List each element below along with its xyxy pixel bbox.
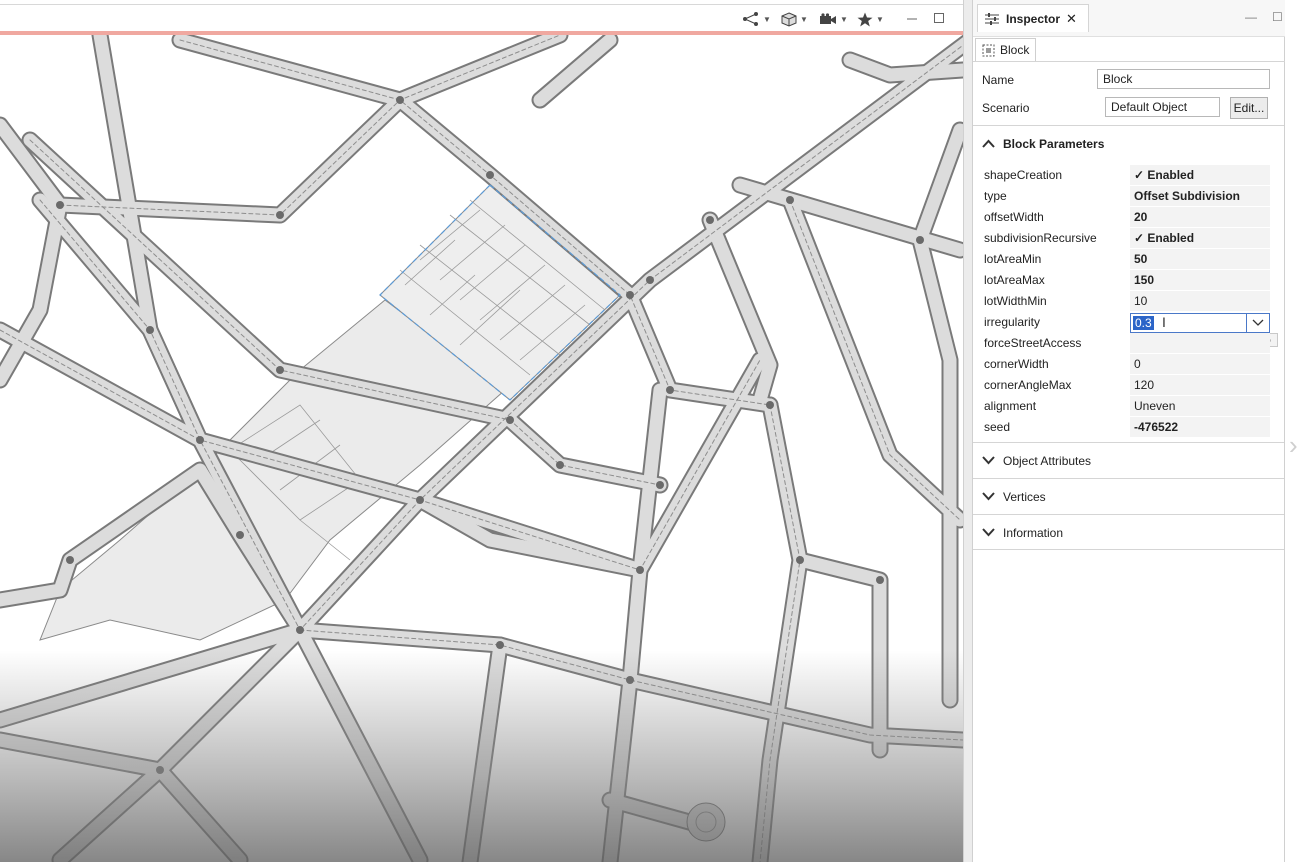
inspector-panel: Inspector ✕ — ☐ Block Name Block Scenari… (973, 0, 1285, 862)
param-label-lotAreaMax: lotAreaMax (984, 273, 1045, 287)
param-value-lotAreaMax[interactable]: 150 (1130, 270, 1270, 290)
maximize-icon[interactable]: ☐ (1272, 10, 1283, 24)
param-value-forceStreetAccess[interactable] (1130, 333, 1270, 353)
object-tab[interactable]: Block (975, 38, 1037, 61)
street-network-map[interactable] (0, 35, 963, 862)
vertices-title: Vertices (1003, 489, 1046, 504)
chevron-up-icon (982, 139, 995, 148)
graph-icon[interactable]: ▼ (742, 11, 771, 27)
object-attributes-header[interactable]: Object Attributes (973, 443, 1284, 478)
param-value-alignment[interactable]: Uneven (1130, 396, 1270, 416)
camera-icon[interactable]: ▼ (819, 11, 848, 27)
3d-viewport[interactable]: ▼ ▼ ▼ ▼ (0, 0, 963, 862)
chevron-down-icon[interactable]: ▼ (876, 15, 884, 24)
star-icon[interactable]: ▼ (857, 11, 884, 27)
param-value-cornerWidth[interactable]: 0 (1130, 354, 1270, 374)
param-label-cornerAngleMax: cornerAngleMax (984, 378, 1072, 392)
edit-button[interactable]: Edit... (1230, 97, 1268, 119)
param-label-lotWidthMin: lotWidthMin (984, 294, 1047, 308)
minimize-icon[interactable] (906, 9, 918, 25)
param-label-seed: seed (984, 420, 1011, 434)
param-label-type: type (984, 189, 1007, 203)
param-value-lotAreaMin[interactable]: 50 (1130, 249, 1270, 269)
param-label-shapeCreation: shapeCreation (984, 168, 1063, 182)
viewport-toolbar: ▼ ▼ ▼ ▼ (0, 0, 963, 35)
toolbar-border (0, 4, 963, 5)
panel-divider[interactable] (963, 0, 973, 862)
minimize-icon[interactable]: — (1245, 10, 1257, 24)
dropdown-button[interactable] (1246, 314, 1269, 332)
block-icon (982, 44, 995, 56)
inspector-title: Inspector (1006, 11, 1061, 26)
maximize-icon[interactable] (933, 9, 945, 25)
cul-de-sac (686, 802, 726, 842)
sliders-icon (985, 12, 999, 25)
section-separator (973, 549, 1284, 550)
information-title: Information (1003, 525, 1064, 540)
param-label-alignment: alignment (984, 399, 1037, 413)
chevron-down-icon (1252, 319, 1264, 326)
block-parameters-header[interactable]: Block Parameters (973, 126, 1284, 161)
param-label-forceStreetAccess: forceStreetAccess (984, 336, 1082, 350)
param-value-cornerAngleMax[interactable]: 120 (1130, 375, 1270, 395)
block-parameters-title: Block Parameters (1003, 136, 1105, 151)
information-header[interactable]: Information (973, 515, 1284, 550)
param-label-offsetWidth: offsetWidth (984, 210, 1044, 224)
cube-icon[interactable]: ▼ (781, 11, 808, 27)
object-tab-label: Block (1000, 43, 1030, 57)
param-label-subdivisionRecursive: subdivisionRecursive (984, 231, 1097, 245)
chevron-right-icon[interactable]: › (1289, 430, 1298, 461)
irregularity-selected-text[interactable]: 0.3 (1133, 316, 1154, 330)
param-value-type[interactable]: Offset Subdivision (1130, 186, 1270, 206)
param-value-lotWidthMin[interactable]: 10 (1130, 291, 1270, 311)
chevron-down-icon[interactable]: ▼ (800, 15, 808, 24)
chevron-down-icon (982, 492, 995, 501)
tab-underline (973, 61, 1285, 62)
param-label-cornerWidth: cornerWidth (984, 357, 1049, 371)
param-value-subdivisionRecursive[interactable]: ✓ Enabled (1130, 228, 1270, 248)
name-label: Name (982, 73, 1015, 87)
scenario-field[interactable]: Default Object (1105, 97, 1220, 117)
road-network (0, 35, 963, 862)
name-field[interactable]: Block (1097, 69, 1270, 89)
inspector-tabbar: Inspector ✕ — ☐ (973, 0, 1285, 37)
text-cursor-icon: I (1162, 314, 1166, 330)
param-value-shapeCreation[interactable]: ✓ Enabled (1130, 165, 1270, 185)
inspector-tab[interactable]: Inspector ✕ (977, 4, 1089, 32)
param-label-irregularity: irregularity (984, 315, 1041, 329)
chevron-down-icon (982, 456, 995, 465)
irregularity-input[interactable]: 0.3 I (1130, 313, 1270, 333)
chevron-down-icon (982, 528, 995, 537)
chevron-down-icon[interactable]: ▼ (840, 15, 848, 24)
vertices-header[interactable]: Vertices (973, 479, 1284, 514)
block-fills (39, 184, 621, 641)
scenario-label: Scenario (982, 101, 1030, 115)
param-value-seed[interactable]: -476522 (1130, 417, 1270, 437)
param-value-offsetWidth[interactable]: 20 (1130, 207, 1270, 227)
object-attributes-title: Object Attributes (1003, 453, 1092, 468)
chevron-down-icon[interactable]: ▼ (763, 15, 771, 24)
close-icon[interactable]: ✕ (1066, 11, 1077, 27)
param-label-lotAreaMin: lotAreaMin (984, 252, 1042, 266)
